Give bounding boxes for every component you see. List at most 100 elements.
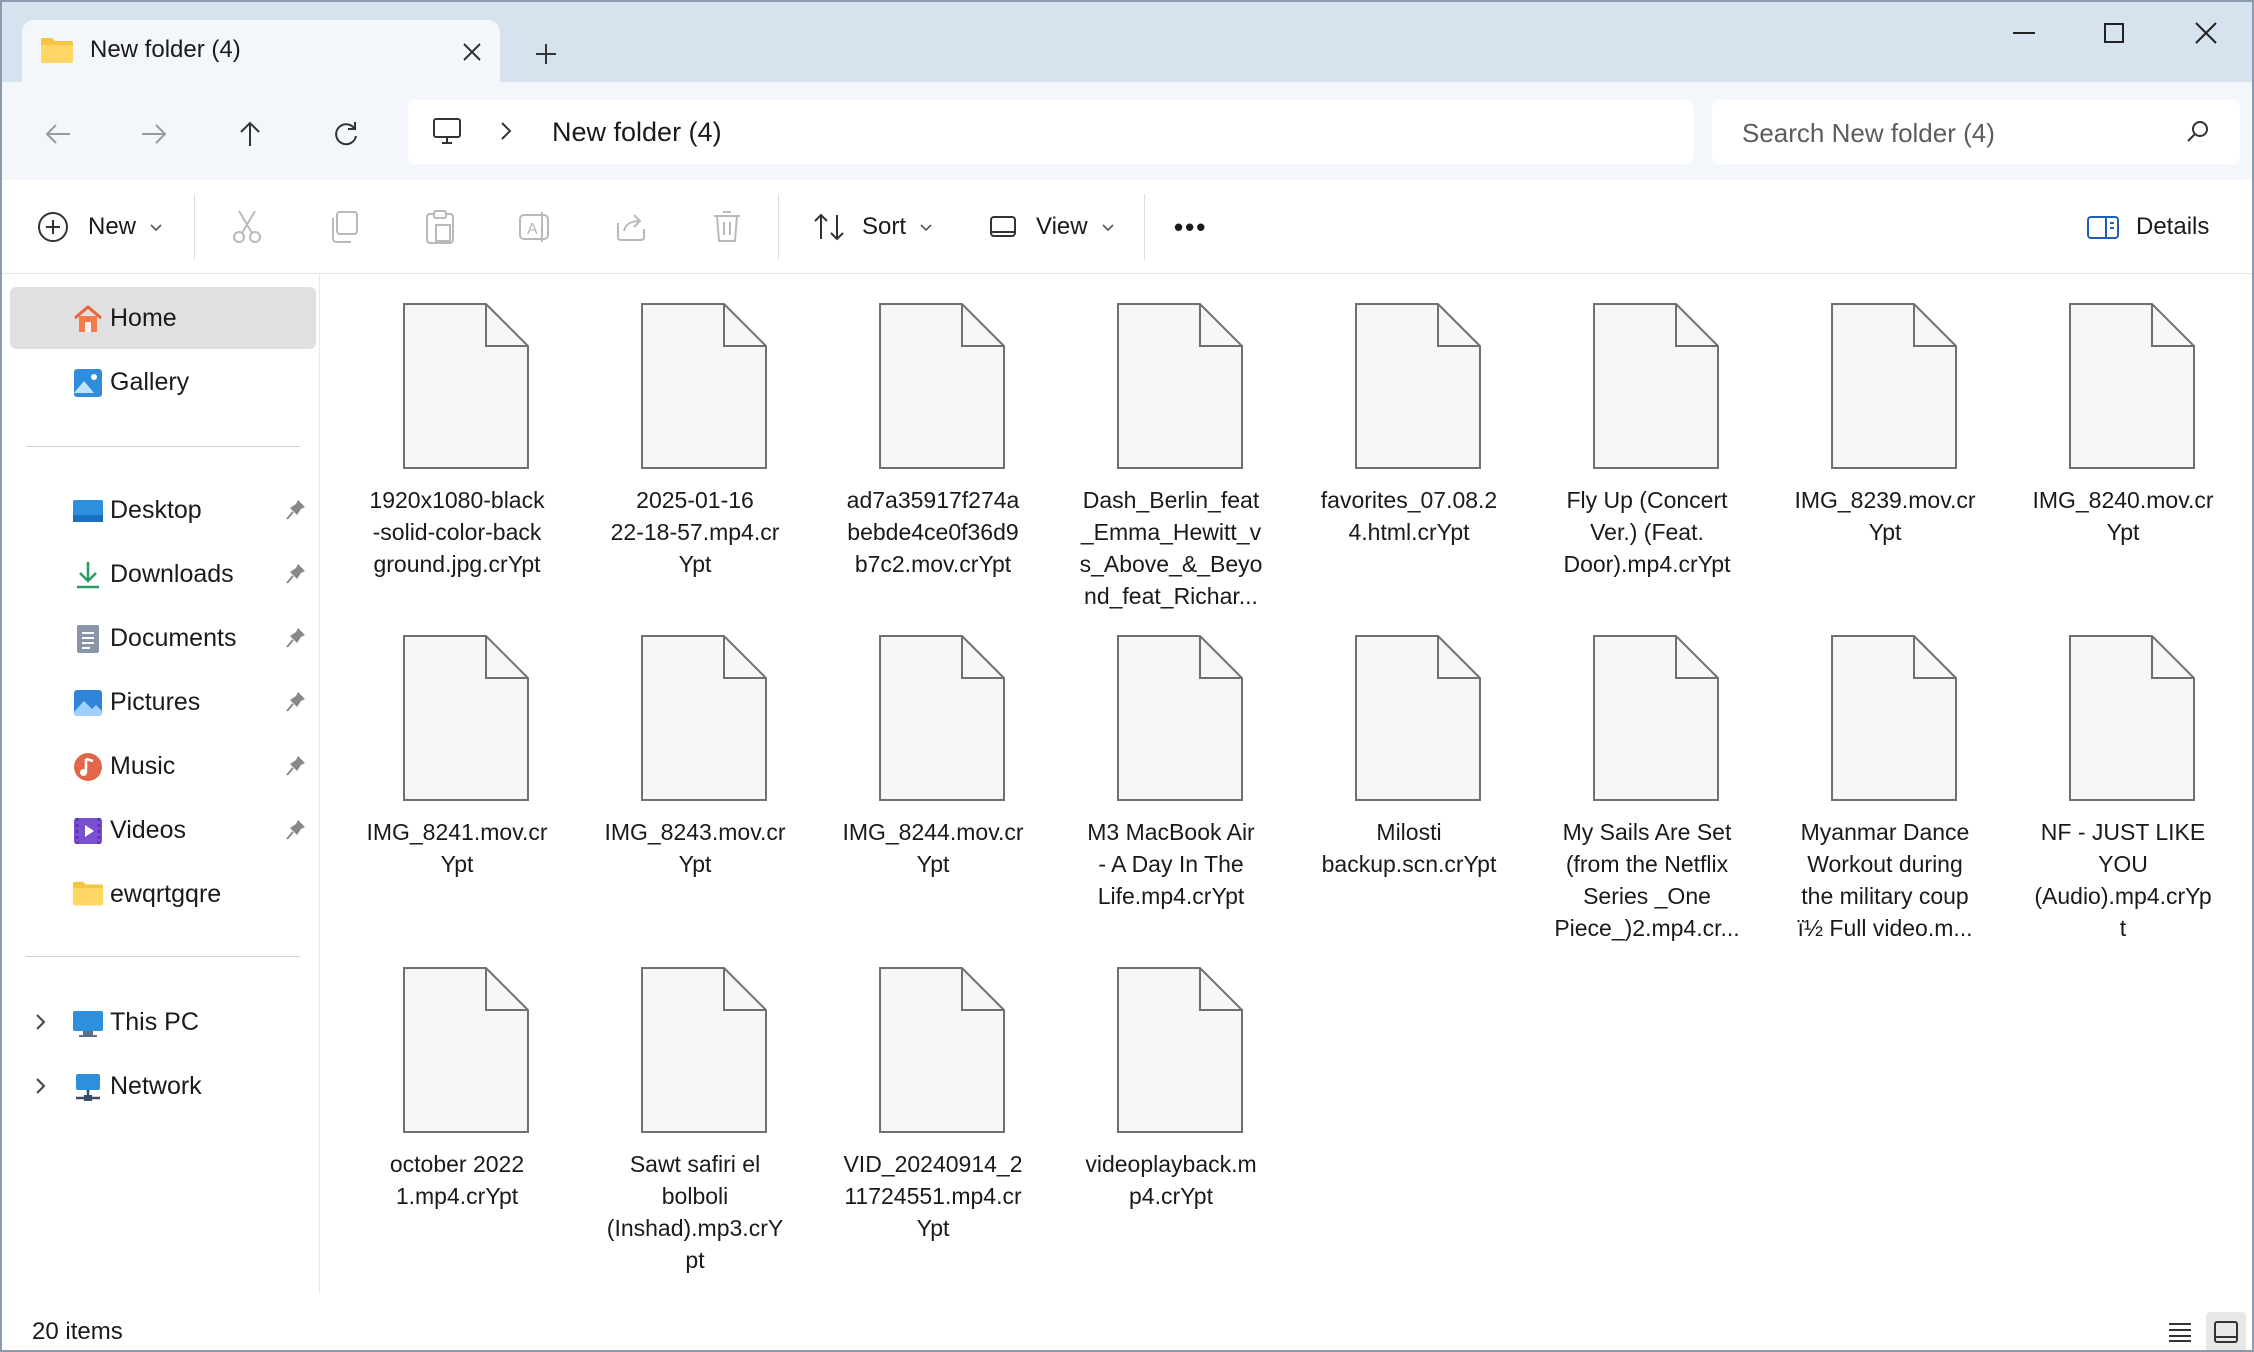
- sidebar-item-this-pc[interactable]: This PC: [10, 991, 316, 1053]
- large-icons-view-button[interactable]: [2206, 1312, 2246, 1350]
- view-button[interactable]: View: [988, 202, 1116, 252]
- sidebar-item-label: Gallery: [110, 368, 190, 396]
- file-item[interactable]: october 2022 1.mp4.crYpt: [360, 938, 554, 1258]
- share-icon: [617, 214, 645, 241]
- folder-icon: [40, 36, 74, 69]
- pictures-icon: [72, 687, 104, 719]
- search-icon[interactable]: [2184, 118, 2212, 151]
- minimize-button[interactable]: [1984, 8, 2064, 58]
- file-name: VID_20240914_2 11724551.mp4.cr Ypt: [843, 1151, 1023, 1241]
- breadcrumb-current-folder[interactable]: New folder (4): [552, 117, 722, 148]
- tab-title: New folder (4): [90, 36, 241, 63]
- sidebar-item-pictures[interactable]: Pictures: [10, 671, 316, 733]
- close-window-button[interactable]: [2166, 8, 2246, 58]
- paste-button[interactable]: [424, 202, 456, 252]
- copy-button[interactable]: [328, 202, 360, 252]
- more-options-button[interactable]: •••: [1174, 202, 1207, 252]
- computer-icon[interactable]: [432, 116, 462, 151]
- maximize-button[interactable]: [2074, 8, 2154, 58]
- file-icon: [640, 302, 768, 475]
- file-item[interactable]: Myanmar Dance Workout during the militar…: [1788, 606, 1982, 941]
- file-item[interactable]: 1920x1080-black -solid-color-back ground…: [360, 274, 554, 594]
- sidebar-item-home[interactable]: Home: [10, 287, 316, 349]
- delete-button[interactable]: [712, 202, 742, 252]
- new-button[interactable]: New: [36, 202, 164, 252]
- file-explorer-window: New folder (4) New folder (4) Search New…: [0, 0, 2254, 1352]
- pin-icon[interactable]: [286, 627, 306, 654]
- file-icon: [1830, 302, 1958, 475]
- file-item[interactable]: IMG_8243.mov.cr Ypt: [598, 606, 792, 926]
- file-name: videoplayback.m p4.crYpt: [1085, 1151, 1257, 1209]
- sidebar-item-ewqrtgqre[interactable]: ewqrtgqre: [10, 863, 316, 925]
- breadcrumb[interactable]: New folder (4): [408, 100, 1694, 164]
- file-icon: [402, 966, 530, 1139]
- back-button[interactable]: [30, 106, 86, 162]
- sidebar-item-videos[interactable]: Videos: [10, 799, 316, 861]
- new-tab-button[interactable]: [524, 32, 568, 76]
- file-name: IMG_8244.mov.cr Ypt: [842, 819, 1024, 877]
- cut-icon: [233, 210, 261, 243]
- file-item[interactable]: VID_20240914_2 11724551.mp4.cr Ypt: [836, 938, 1030, 1258]
- file-icon: [640, 634, 768, 807]
- file-item[interactable]: Fly Up (Concert Ver.) (Feat. Door).mp4.c…: [1550, 274, 1744, 594]
- chevron-right-icon[interactable]: [34, 1075, 48, 1102]
- sidebar-divider: [26, 446, 300, 447]
- rename-button[interactable]: A: [518, 202, 552, 252]
- download-icon: [72, 559, 104, 591]
- pin-icon[interactable]: [286, 819, 306, 846]
- pin-icon[interactable]: [286, 755, 306, 782]
- file-item[interactable]: Milosti backup.scn.crYpt: [1312, 606, 1506, 926]
- sort-button[interactable]: Sort: [812, 202, 934, 252]
- file-item[interactable]: IMG_8239.mov.cr Ypt: [1788, 274, 1982, 594]
- sidebar-item-gallery[interactable]: Gallery: [10, 351, 316, 413]
- sidebar-item-network[interactable]: Network: [10, 1055, 316, 1117]
- details-view-button[interactable]: [2160, 1312, 2200, 1350]
- file-item[interactable]: favorites_07.08.2 4.html.crYpt: [1312, 274, 1506, 594]
- file-icon: [1830, 634, 1958, 807]
- sidebar-item-label: ewqrtgqre: [110, 880, 222, 908]
- sidebar-item-label: Home: [110, 304, 177, 332]
- file-item[interactable]: IMG_8240.mov.cr Ypt: [2026, 274, 2220, 594]
- up-button[interactable]: [222, 106, 278, 162]
- chevron-down-icon: [920, 224, 932, 232]
- file-name: ad7a35917f274a bebde4ce0f36d9 b7c2.mov.c…: [846, 487, 1020, 577]
- pin-icon[interactable]: [286, 499, 306, 526]
- chevron-right-icon[interactable]: [34, 1011, 48, 1038]
- file-item[interactable]: ad7a35917f274a bebde4ce0f36d9 b7c2.mov.c…: [836, 274, 1030, 594]
- search-placeholder: Search New folder (4): [1742, 118, 1995, 148]
- view-label: View: [1036, 213, 1088, 240]
- toolbar-divider: [1144, 194, 1145, 260]
- file-item[interactable]: M3 MacBook Air - A Day In The Life.mp4.c…: [1074, 606, 1268, 926]
- refresh-button[interactable]: [318, 106, 374, 162]
- pin-icon[interactable]: [286, 563, 306, 590]
- sidebar-item-documents[interactable]: Documents: [10, 607, 316, 669]
- sidebar-item-music[interactable]: Music: [10, 735, 316, 797]
- sidebar-item-desktop[interactable]: Desktop: [10, 479, 316, 541]
- sidebar-item-label: Music: [110, 752, 176, 780]
- file-icon: [878, 966, 1006, 1139]
- file-item[interactable]: 2025-01-16 22-18-57.mp4.cr Ypt: [598, 274, 792, 594]
- cut-button[interactable]: [230, 202, 264, 252]
- file-item[interactable]: IMG_8244.mov.cr Ypt: [836, 606, 1030, 926]
- sidebar-item-label: Downloads: [110, 560, 234, 588]
- file-item[interactable]: My Sails Are Set (from the Netflix Serie…: [1550, 606, 1744, 941]
- tab-new-folder[interactable]: New folder (4): [22, 20, 500, 82]
- close-tab-icon[interactable]: [452, 32, 492, 72]
- view-icon: [990, 216, 1016, 237]
- details-button[interactable]: Details: [2086, 202, 2209, 252]
- share-button[interactable]: [614, 202, 648, 252]
- music-icon: [72, 751, 104, 783]
- file-item[interactable]: IMG_8241.mov.cr Ypt: [360, 606, 554, 926]
- toolbar-divider: [778, 194, 779, 260]
- search-input[interactable]: Search New folder (4): [1712, 100, 2240, 164]
- chevron-right-icon[interactable]: [498, 118, 514, 149]
- forward-button[interactable]: [126, 106, 182, 162]
- pin-icon[interactable]: [286, 691, 306, 718]
- folder-icon: [72, 879, 104, 911]
- file-name: Myanmar Dance Workout during the militar…: [1797, 819, 1973, 941]
- sidebar-item-downloads[interactable]: Downloads: [10, 543, 316, 605]
- file-item[interactable]: NF - JUST LIKE YOU (Audio).mp4.crYp t: [2026, 606, 2220, 941]
- file-item[interactable]: Dash_Berlin_feat _Emma_Hewitt_v s_Above_…: [1074, 274, 1268, 609]
- file-item[interactable]: Sawt safiri el bolboli (Inshad).mp3.crY …: [598, 938, 792, 1273]
- file-item[interactable]: videoplayback.m p4.crYpt: [1074, 938, 1268, 1258]
